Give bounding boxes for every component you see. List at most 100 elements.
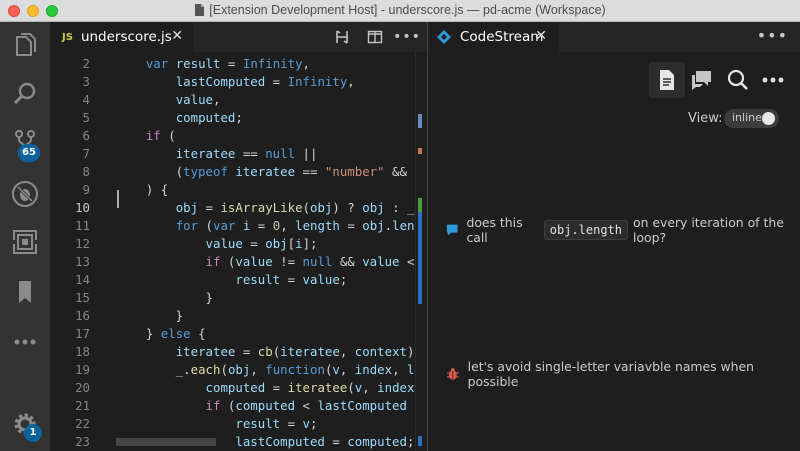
line-source[interactable]: (typeof iteratee == "number" && typ: [116, 163, 415, 181]
line-number: 16: [75, 308, 90, 323]
line-number: 9: [82, 182, 90, 197]
overview-mark: [418, 436, 422, 446]
code-line[interactable]: 2 var result = Infinity,: [50, 55, 415, 73]
overview-mark: [418, 148, 422, 154]
window-title: [Extension Development Host] - underscor…: [0, 3, 800, 17]
close-tab-icon[interactable]: ✕: [171, 28, 183, 44]
code-line[interactable]: 5 computed;: [50, 109, 415, 127]
issue-marker[interactable]: let's avoid single-letter variavble name…: [446, 359, 800, 389]
line-source[interactable]: iteratee == null ||: [116, 145, 318, 163]
line-source[interactable]: if (value != null && value < re: [116, 253, 415, 271]
line-source[interactable]: if (computed < lastComputed ||: [116, 397, 415, 415]
code-line[interactable]: 15 }: [50, 289, 415, 307]
bookmark-icon[interactable]: [0, 268, 50, 316]
search-icon[interactable]: [720, 62, 756, 98]
source-control-badge: 65: [18, 144, 40, 162]
window-title-text: [Extension Development Host] - underscor…: [209, 3, 606, 17]
document-icon: [195, 4, 205, 16]
title-bar: [Extension Development Host] - underscor…: [0, 0, 800, 22]
line-source[interactable]: obj = isArrayLike(obj) ? obj : _.va: [116, 199, 415, 217]
extensions-icon[interactable]: [0, 218, 50, 266]
source-control-icon[interactable]: 65: [0, 118, 50, 166]
line-number: 15: [75, 290, 90, 305]
line-source[interactable]: value,: [116, 91, 221, 109]
line-source[interactable]: if (: [116, 127, 176, 145]
code-line[interactable]: 8 (typeof iteratee == "number" && typ: [50, 163, 415, 181]
line-source[interactable]: }: [116, 307, 183, 325]
code-line[interactable]: 14 result = value;: [50, 271, 415, 289]
line-source[interactable]: ) {: [116, 181, 168, 199]
search-icon[interactable]: [0, 70, 50, 118]
code-line[interactable]: 20 computed = iteratee(v, index, l: [50, 379, 415, 397]
line-source[interactable]: result = v;: [116, 415, 317, 433]
line-source[interactable]: computed;: [116, 109, 243, 127]
line-source[interactable]: result = value;: [116, 271, 347, 289]
code-line[interactable]: 11 for (var i = 0, length = obj.length: [50, 217, 415, 235]
bug-icon: [446, 368, 459, 380]
code-line[interactable]: 3 lastComputed = Infinity,: [50, 73, 415, 91]
chat-icon[interactable]: [684, 62, 720, 98]
settings-badge: 1: [24, 424, 42, 442]
close-tab-icon[interactable]: ✕: [535, 28, 547, 44]
line-source[interactable]: _.each(obj, function(v, index, list: [116, 361, 415, 379]
split-editor-icon[interactable]: [365, 27, 385, 47]
code-line[interactable]: 23 lastComputed = computed;: [50, 433, 415, 451]
line-number: 3: [82, 74, 90, 89]
line-source[interactable]: for (var i = 0, length = obj.length: [116, 217, 415, 235]
js-file-icon: JS: [62, 31, 73, 43]
code-line[interactable]: 10 obj = isArrayLike(obj) ? obj : _.va: [50, 199, 415, 217]
code-line[interactable]: 13 if (value != null && value < re: [50, 253, 415, 271]
line-number: 7: [82, 146, 90, 161]
line-source[interactable]: }: [116, 289, 213, 307]
inline-code: obj.length: [543, 220, 628, 240]
code-line[interactable]: 12 value = obj[i];: [50, 235, 415, 253]
line-source[interactable]: } else {: [116, 325, 206, 343]
document-icon[interactable]: [649, 62, 685, 98]
overview-mark: [418, 212, 422, 304]
line-number: 12: [75, 236, 90, 251]
more-icon[interactable]: [0, 318, 50, 366]
code-line[interactable]: 4 value,: [50, 91, 415, 109]
codestream-tab-label: CodeStream: [460, 29, 544, 45]
horizontal-scrollbar[interactable]: [116, 438, 216, 446]
line-source[interactable]: computed = iteratee(v, index, l: [116, 379, 415, 397]
view-mode-toggle[interactable]: inline: [724, 109, 779, 128]
editor-tab-bar: JS underscore.js ✕ •••: [50, 22, 427, 52]
line-number: 4: [82, 92, 90, 107]
code-line[interactable]: 22 result = v;: [50, 415, 415, 433]
debug-icon[interactable]: [0, 170, 50, 218]
comment-marker[interactable]: does this call obj.length on every itera…: [446, 215, 800, 245]
open-changes-icon[interactable]: [332, 27, 352, 47]
code-view[interactable]: 2 var result = Infinity, 3 lastComputed =…: [50, 52, 415, 451]
comment-text: does this call: [466, 215, 523, 245]
code-line[interactable]: 18 iteratee = cb(iteratee, context);: [50, 343, 415, 361]
line-number: 10: [75, 200, 90, 215]
code-line[interactable]: 16 }: [50, 307, 415, 325]
vertical-scrollbar[interactable]: [415, 52, 427, 451]
comment-icon: [446, 224, 458, 236]
code-line[interactable]: 7 iteratee == null ||: [50, 145, 415, 163]
line-number: 5: [82, 110, 90, 125]
line-number: 6: [82, 128, 90, 143]
code-line[interactable]: 21 if (computed < lastComputed ||: [50, 397, 415, 415]
line-number: 14: [75, 272, 90, 287]
more-icon[interactable]: [755, 62, 791, 98]
code-line[interactable]: 19 _.each(obj, function(v, index, list: [50, 361, 415, 379]
settings-icon[interactable]: 1: [0, 400, 50, 448]
line-number: 22: [75, 416, 90, 431]
more-actions-icon[interactable]: •••: [393, 27, 420, 47]
line-number: 19: [75, 362, 90, 377]
code-line[interactable]: 6 if (: [50, 127, 415, 145]
line-source[interactable]: var result = Infinity,: [116, 55, 310, 73]
code-line[interactable]: 17 } else {: [50, 325, 415, 343]
tab-codestream[interactable]: CodeStream ✕: [428, 22, 559, 52]
line-source[interactable]: lastComputed = Infinity,: [116, 73, 355, 91]
tab-underscore-js[interactable]: JS underscore.js ✕: [50, 22, 193, 52]
line-source[interactable]: iteratee = cb(iteratee, context);: [116, 343, 415, 361]
overview-mark: [418, 198, 422, 212]
code-line[interactable]: 9 ) {: [50, 181, 415, 199]
explorer-icon[interactable]: [0, 22, 50, 70]
line-source[interactable]: value = obj[i];: [116, 235, 318, 253]
line-number: 17: [75, 326, 90, 341]
more-actions-icon[interactable]: •••: [757, 26, 788, 45]
